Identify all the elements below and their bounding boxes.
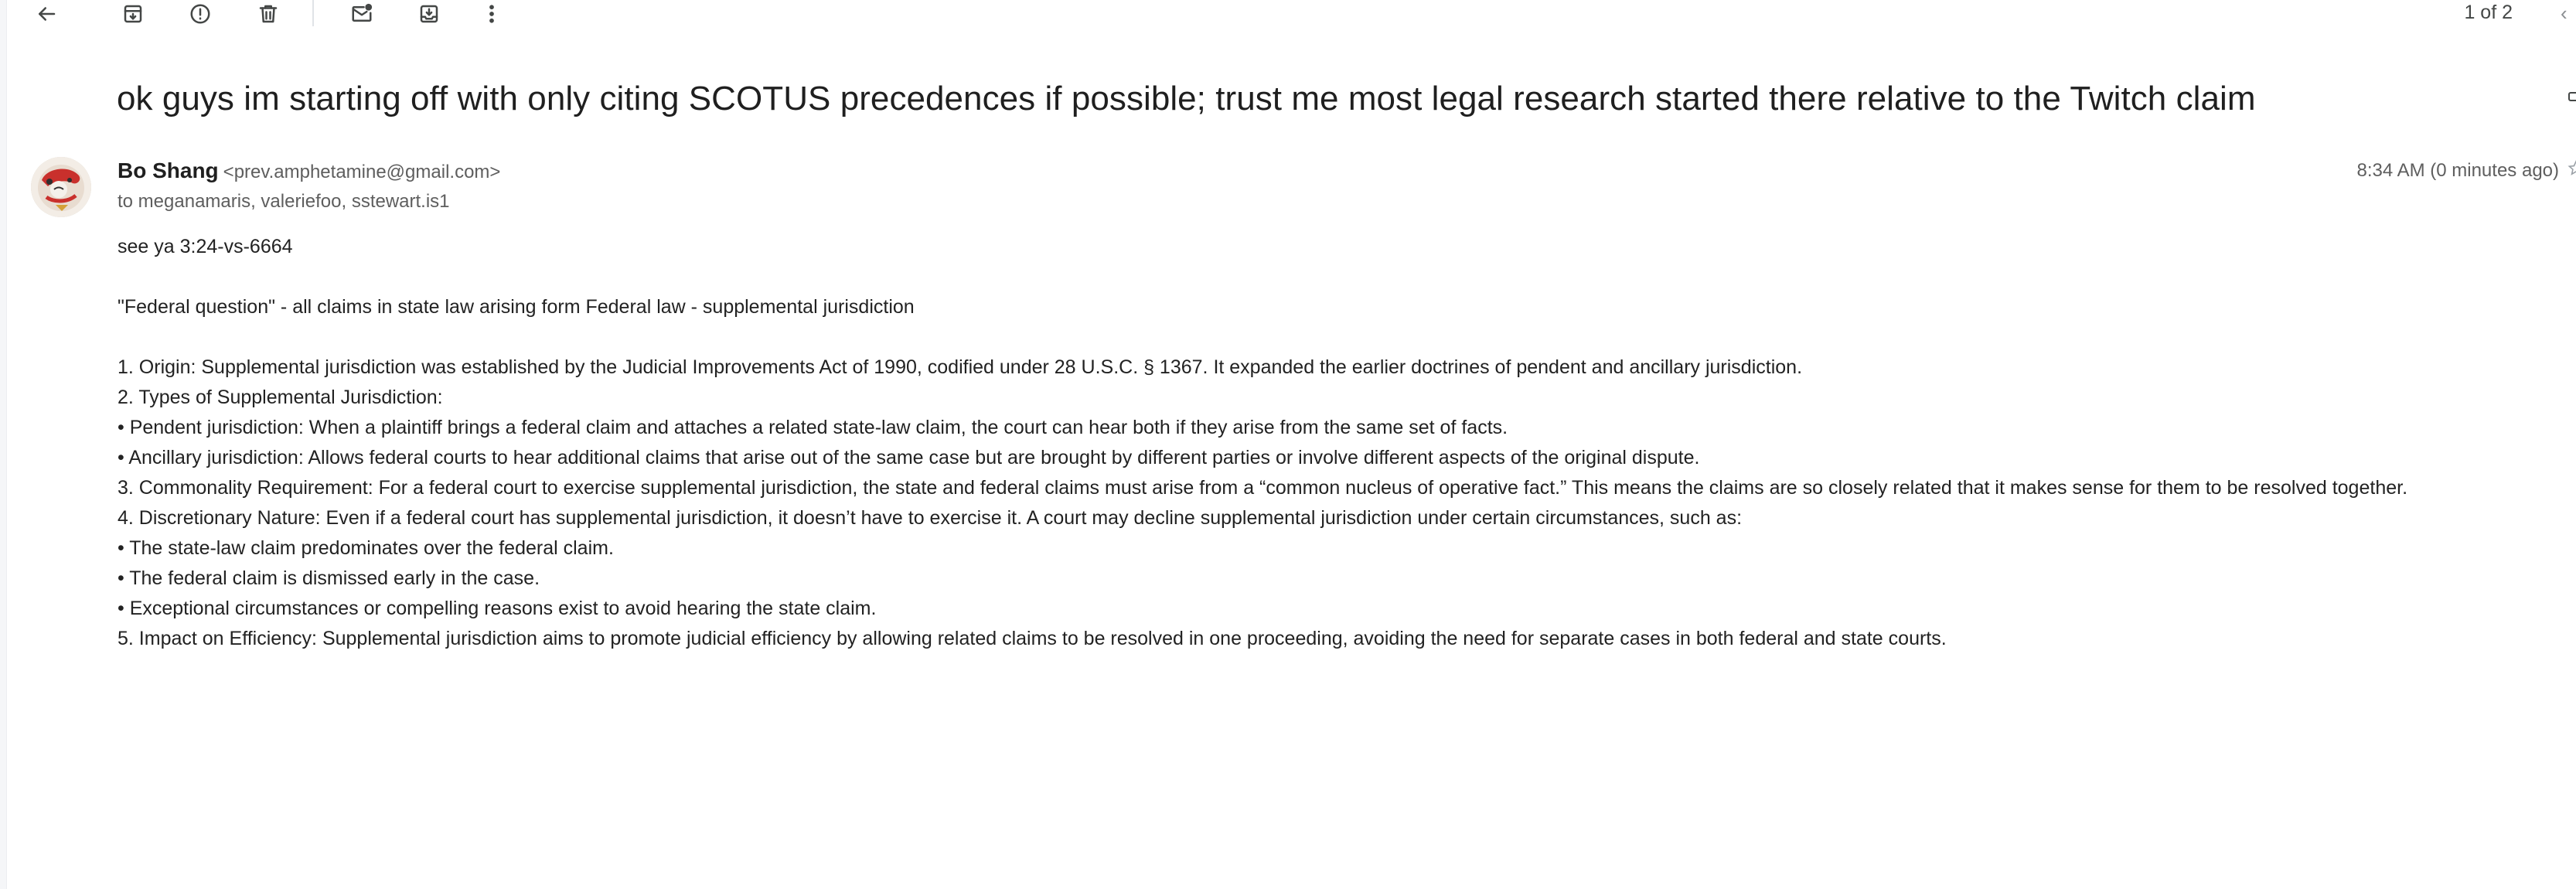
move-to-button[interactable] [412, 0, 446, 28]
sender-line: Bo Shang <prev.amphetamine@gmail.com> [118, 158, 500, 183]
toolbar-divider [312, 0, 314, 26]
delete-button[interactable] [251, 0, 285, 28]
more-options-button[interactable] [475, 0, 509, 28]
star-icon[interactable] [2567, 159, 2576, 179]
archive-icon [124, 5, 142, 23]
body-line: 1. Origin: Supplemental jurisdiction was… [118, 356, 1803, 378]
report-spam-button[interactable] [183, 0, 217, 28]
email-subject: ok guys im starting off with only citing… [117, 80, 2256, 118]
body-line: 2. Types of Supplemental Jurisdiction: [118, 387, 443, 408]
message-body: see ya 3:24-vs-6664 "Federal question" -… [118, 232, 2407, 654]
avatar-image [31, 157, 91, 217]
pager-count: 1 of 2 [2464, 2, 2513, 23]
print-all-icon[interactable] [2567, 87, 2576, 107]
body-greeting: see ya 3:24-vs-6664 [118, 236, 293, 257]
body-line: 4. Discretionary Nature: Even if a feder… [118, 507, 1743, 529]
body-line: • Pendent jurisdiction: When a plaintiff… [118, 417, 1508, 438]
mark-unread-button[interactable] [345, 0, 379, 28]
sender-name[interactable]: Bo Shang [118, 158, 219, 182]
sender-email: <prev.amphetamine@gmail.com> [223, 162, 501, 182]
message-toolbar: 1 of 2 ‹ [0, 0, 2576, 31]
body-line: • Exceptional circumstances or compellin… [118, 598, 877, 619]
newer-message-chevron-icon[interactable]: ‹ [2561, 2, 2576, 26]
body-line: • Ancillary jurisdiction: Allows federal… [118, 447, 1700, 468]
body-line: • The state-law claim predominates over … [118, 537, 614, 559]
body-line: 5. Impact on Efficiency: Supplemental ju… [118, 628, 1947, 649]
avatar[interactable] [31, 157, 91, 217]
body-line: • The federal claim is dismissed early i… [118, 567, 540, 589]
message-timestamp: 8:34 AM (0 minutes ago) [2356, 160, 2559, 181]
report-spam-icon [190, 4, 210, 24]
more-options-icon [489, 5, 494, 23]
back-button[interactable] [29, 0, 63, 28]
body-intro: "Federal question" - all claims in state… [118, 296, 915, 318]
left-gutter [0, 0, 7, 889]
body-line: 3. Commonality Requirement: For a federa… [118, 477, 2408, 499]
back-icon [39, 7, 56, 21]
delete-icon [259, 5, 278, 23]
move-to-icon [420, 5, 438, 23]
recipients-line[interactable]: to meganamaris, valeriefoo, sstewart.is1 [118, 191, 450, 213]
mark-unread-icon [352, 3, 373, 22]
archive-button[interactable] [116, 0, 150, 28]
